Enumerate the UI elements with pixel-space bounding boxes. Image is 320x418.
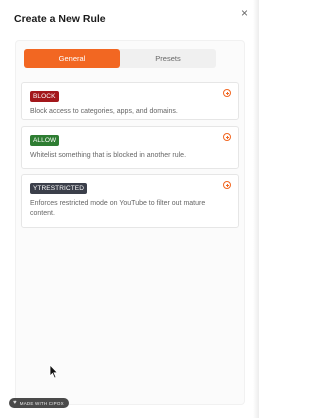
add-block-rule-icon[interactable] [223, 89, 231, 97]
tab-presets[interactable]: Presets [120, 49, 216, 68]
allow-description: Whitelist something that is blocked in a… [30, 152, 187, 159]
rule-card-allow[interactable]: ALLOW Whitelist something that is blocke… [21, 126, 239, 169]
made-with-badge[interactable]: ♥ MADE WITH CIPOX [9, 398, 69, 408]
close-icon[interactable]: × [241, 7, 248, 19]
rule-card-ytrestricted[interactable]: YTRESTRICTED Enforces restricted mode on… [21, 174, 239, 228]
made-with-label: MADE WITH CIPOX [19, 400, 64, 406]
block-description: Block access to categories, apps, and do… [30, 108, 178, 115]
create-rule-dialog: Create a New Rule × General Presets BLOC… [0, 0, 259, 418]
add-allow-rule-icon[interactable] [223, 133, 231, 141]
tab-bar: General Presets [24, 49, 216, 68]
heart-icon: ♥ [13, 400, 17, 406]
rule-card-block[interactable]: BLOCK Block access to categories, apps, … [21, 82, 239, 120]
mouse-pointer-icon [49, 364, 59, 379]
allow-badge: ALLOW [30, 135, 60, 146]
block-badge: BLOCK [30, 91, 59, 102]
rule-panel: General Presets BLOCK Block access to ca… [15, 40, 245, 405]
scroll-edge [253, 0, 259, 418]
tab-general[interactable]: General [24, 49, 120, 68]
dialog-title: Create a New Rule [14, 13, 106, 25]
ytrestricted-description: Enforces restricted mode on YouTube to f… [30, 200, 206, 217]
add-ytrestricted-rule-icon[interactable] [223, 181, 231, 189]
ytrestricted-badge: YTRESTRICTED [30, 183, 88, 194]
